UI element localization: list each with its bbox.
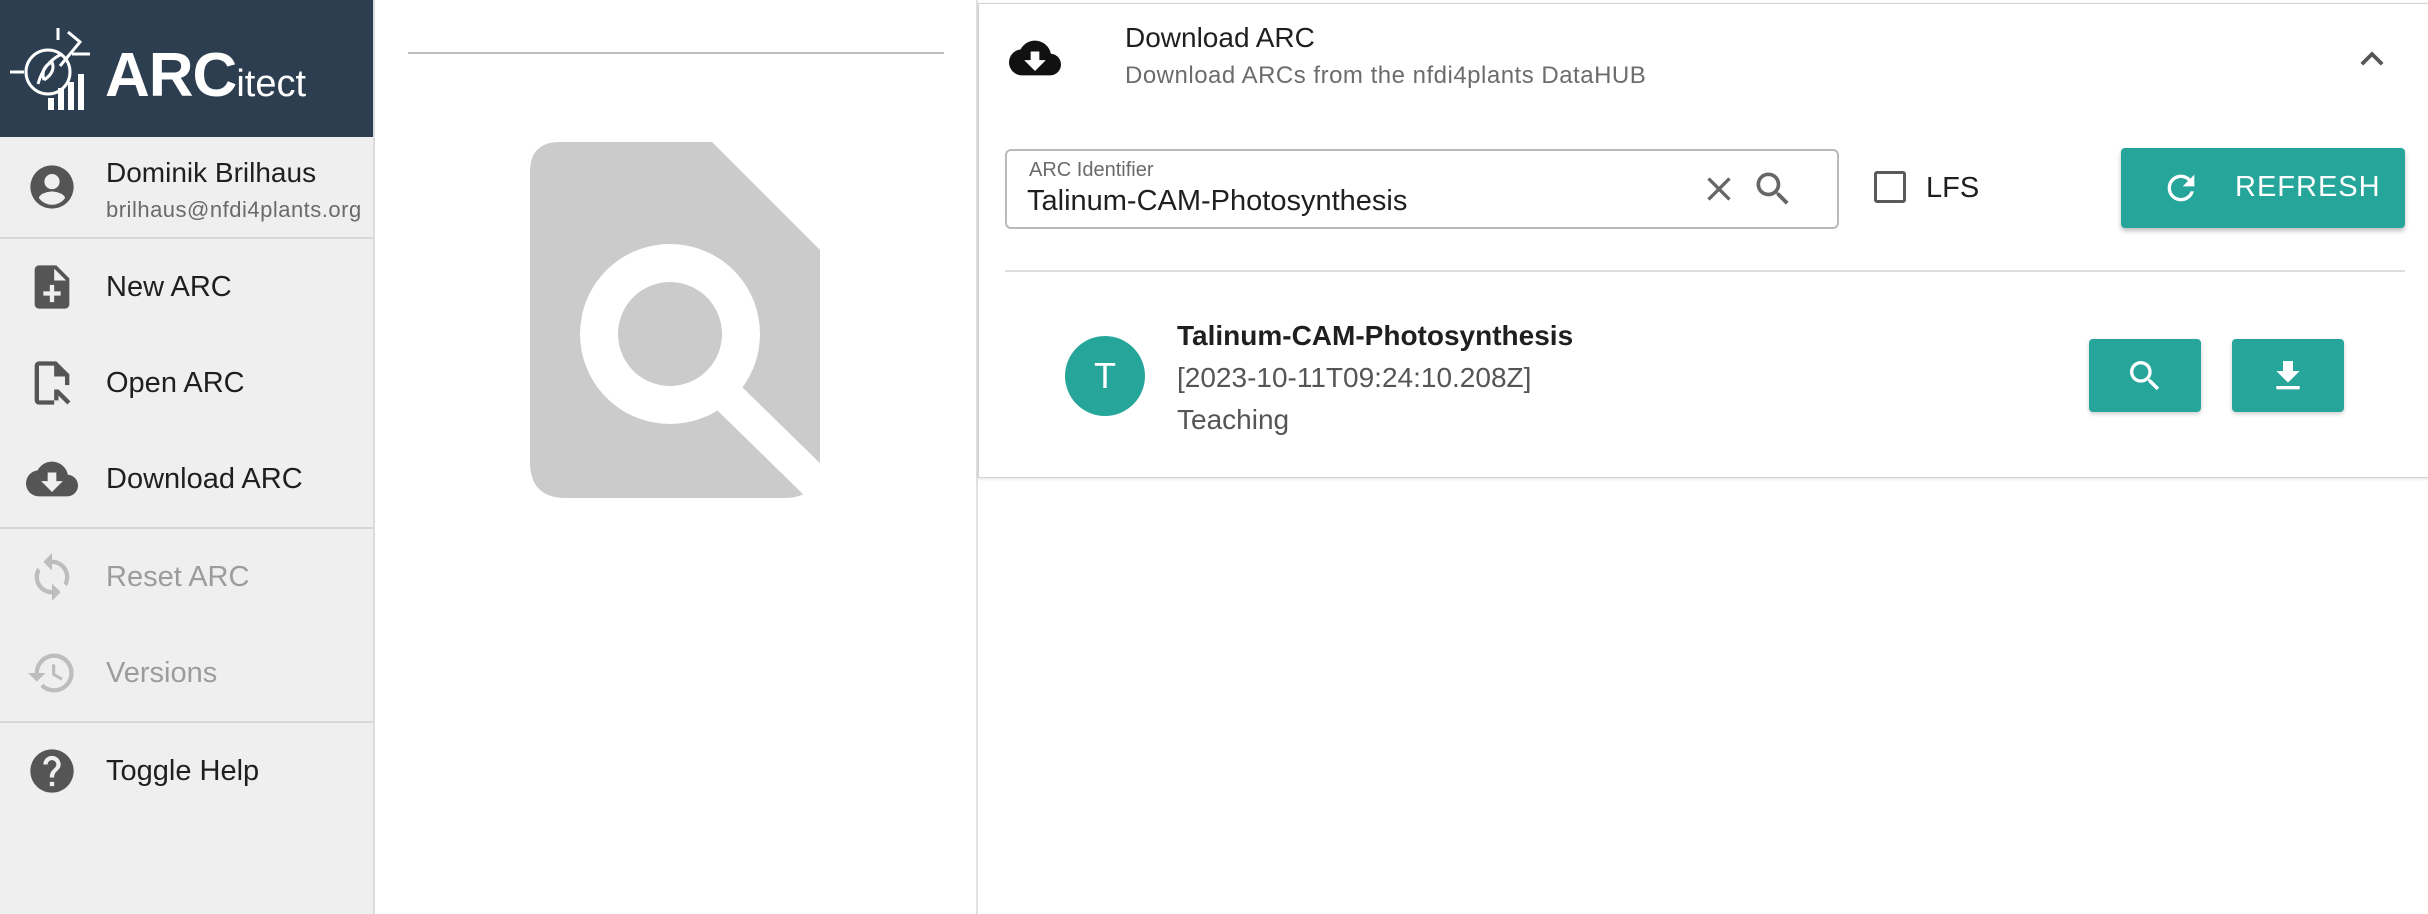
tree-header-divider xyxy=(408,52,944,54)
help-icon xyxy=(30,749,74,793)
sync-icon xyxy=(34,553,70,601)
arc-name: Talinum-CAM-Photosynthesis xyxy=(1177,320,1574,351)
sidebar-item-versions: Versions xyxy=(0,625,373,721)
user-profile[interactable]: Dominik Brilhaus brilhaus@nfdi4plants.or… xyxy=(0,137,373,237)
lfs-label: LFS xyxy=(1926,172,1980,204)
refresh-icon xyxy=(2167,174,2195,202)
app-title-main: ARC xyxy=(105,41,237,110)
file-search-placeholder-icon xyxy=(530,142,820,498)
history-icon xyxy=(28,653,74,693)
arc-identifier-input[interactable] xyxy=(1027,183,1667,219)
search-icon xyxy=(2130,361,2160,391)
sidebar-item-label: Open ARC xyxy=(106,367,245,399)
refresh-button[interactable]: REFRESH xyxy=(2121,148,2405,228)
sidebar-item-label: Reset ARC xyxy=(106,561,250,593)
sidebar-item-label: Versions xyxy=(106,657,218,689)
file-open-icon xyxy=(34,361,71,405)
sidebar: ARCitect Dominik Brilhaus brilhaus@nfdi4… xyxy=(0,0,375,914)
download-button[interactable] xyxy=(2232,339,2344,412)
download-arc-panel: Download ARC Download ARCs from the nfdi… xyxy=(978,3,2428,478)
app-logo: ARCitect xyxy=(0,0,373,137)
inspect-button[interactable] xyxy=(2089,339,2201,412)
user-name: Dominik Brilhaus xyxy=(106,157,317,188)
panel-subtitle: Download ARCs from the nfdi4plants DataH… xyxy=(1125,62,1647,89)
sidebar-item-toggle-help[interactable]: Toggle Help xyxy=(0,723,373,819)
refresh-label: REFRESH xyxy=(2235,171,2381,203)
lfs-checkbox[interactable] xyxy=(1874,171,1906,203)
divider xyxy=(1005,270,2405,272)
file-plus-icon xyxy=(34,265,70,309)
sidebar-item-open-arc[interactable]: Open ARC xyxy=(0,335,373,431)
sidebar-item-reset-arc: Reset ARC xyxy=(0,529,373,625)
avatar: T xyxy=(1065,336,1145,416)
account-circle-icon xyxy=(30,165,74,209)
sidebar-item-download-arc[interactable]: Download ARC xyxy=(0,431,373,527)
sidebar-item-new-arc[interactable]: New ARC xyxy=(0,239,373,335)
sidebar-item-label: Download ARC xyxy=(106,463,303,495)
download-icon xyxy=(2276,361,2300,390)
sidebar-item-label: Toggle Help xyxy=(106,755,260,787)
cloud-download-icon xyxy=(1009,40,1061,76)
arc-group: Teaching xyxy=(1177,404,1290,435)
collapse-panel-button[interactable] xyxy=(2349,36,2395,82)
clear-icon[interactable] xyxy=(1699,169,1739,209)
sidebar-item-label: New ARC xyxy=(106,271,232,303)
app-title: ARCitect xyxy=(105,40,306,111)
arc-identifier-field: ARC Identifier xyxy=(1005,149,1839,229)
cloud-download-icon xyxy=(26,461,78,497)
user-email: brilhaus@nfdi4plants.org xyxy=(106,197,362,222)
arcitect-logo-icon xyxy=(10,28,90,110)
search-icon[interactable] xyxy=(1751,167,1795,211)
arc-identifier-label: ARC Identifier xyxy=(1029,159,1154,181)
app-title-suffix: itect xyxy=(236,63,307,105)
panel-title: Download ARC xyxy=(1125,22,1315,53)
arc-date: [2023-10-11T09:24:10.208Z] xyxy=(1177,362,1532,393)
